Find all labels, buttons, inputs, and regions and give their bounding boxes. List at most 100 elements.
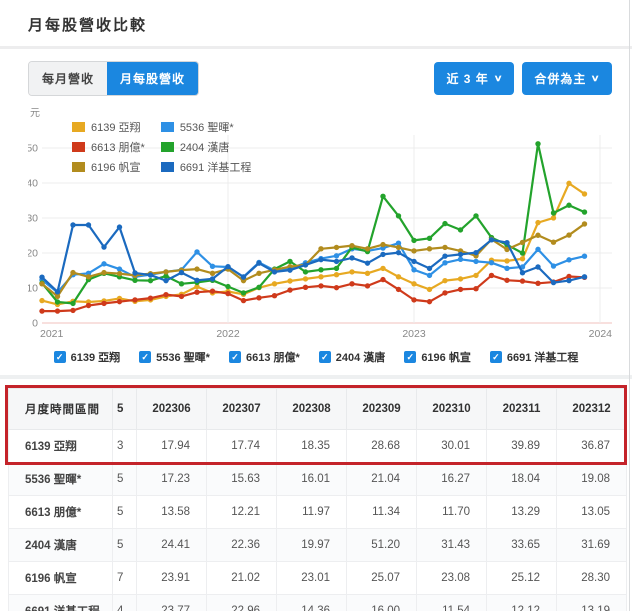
data-point: [256, 260, 262, 266]
data-point: [426, 298, 433, 305]
data-point: [395, 286, 402, 293]
data-point: [287, 278, 293, 284]
data-point: [178, 281, 185, 287]
row-month-value: 36.87: [556, 429, 627, 463]
tab-monthly-revenue[interactable]: 每月營收: [29, 62, 108, 95]
checkbox-checked-icon[interactable]: ✓: [139, 351, 152, 363]
checkbox-checked-icon[interactable]: ✓: [489, 351, 502, 363]
data-point: [349, 242, 355, 249]
data-point: [163, 269, 169, 275]
column-header-month: 202310: [416, 388, 487, 430]
data-point: [380, 276, 386, 283]
data-point: [535, 219, 541, 226]
table-row: 5536 聖暉* 5 17.23 15.63 16.01 21.04 16.27 18.04 1…: [8, 462, 627, 496]
legend-swatch-icon: [72, 142, 85, 152]
y-axis-tick-label: 0: [32, 318, 38, 330]
row-month-value: 13.19: [556, 594, 627, 611]
row-month-value: 12.21: [206, 495, 277, 529]
section-divider: [0, 375, 632, 379]
data-point: [442, 253, 448, 259]
column-header-month: 202307: [206, 388, 277, 430]
page-right-border: [629, 0, 630, 611]
period-dropdown-button[interactable]: 近 3 年 ∨: [434, 62, 515, 95]
period-dropdown-label: 近 3 年: [446, 72, 489, 86]
checkbox-checked-icon[interactable]: ✓: [228, 351, 241, 363]
data-point: [225, 263, 231, 270]
data-point: [566, 180, 572, 187]
row-month-value: 16.00: [346, 594, 417, 611]
column-header-time-range: 月度時間區間: [8, 388, 113, 430]
row-month-value: 31.69: [556, 528, 627, 562]
data-point: [147, 277, 154, 284]
row-month-value: 13.29: [486, 495, 557, 529]
data-point: [380, 193, 386, 199]
data-point: [70, 222, 76, 228]
data-point: [333, 272, 340, 278]
data-point: [581, 191, 588, 197]
data-point: [225, 283, 231, 290]
series-checkbox-item[interactable]: ✓ 6196 帆宣: [404, 349, 471, 365]
row-month-value: 51.20: [346, 528, 417, 562]
view-tabs: 每月營收 月每股營收: [28, 61, 200, 96]
data-point: [101, 244, 107, 250]
checkbox-checked-icon[interactable]: ✓: [404, 351, 417, 363]
data-point: [566, 232, 572, 238]
data-point: [504, 239, 510, 246]
data-point: [364, 246, 371, 252]
chart-legend: 6139 亞翔 5536 聖暉* 6613 朋億* 2404 漢唐 6196 帆宣 669…: [72, 119, 251, 175]
series-checkbox-item[interactable]: ✓ 5536 聖暉*: [139, 349, 210, 365]
data-point: [581, 209, 588, 215]
x-axis-tick-label: 2022: [216, 328, 240, 340]
y-axis-tick-label: 40: [28, 178, 38, 190]
data-point: [519, 256, 526, 262]
checkbox-checked-icon[interactable]: ✓: [53, 351, 66, 363]
data-point: [442, 244, 448, 251]
legend-item: 5536 聖暉*: [160, 119, 252, 135]
checkbox-checked-icon[interactable]: ✓: [318, 351, 331, 363]
series-checkbox-item[interactable]: ✓ 6691 洋基工程: [489, 349, 578, 365]
data-point: [209, 276, 216, 282]
series-checkbox-item[interactable]: ✓ 6139 亞翔: [53, 349, 120, 365]
statement-type-dropdown-button[interactable]: 合併為主 ∨: [522, 62, 612, 95]
y-axis-tick-label: 30: [28, 213, 38, 225]
row-truncated-value: 7: [112, 561, 137, 595]
data-point: [457, 276, 464, 282]
data-point: [488, 272, 495, 279]
y-axis-tick-label: 50: [28, 143, 38, 155]
data-point: [442, 290, 448, 296]
row-company-name: 6139 亞翔: [8, 429, 113, 463]
data-point: [302, 276, 309, 282]
table-row: 6196 帆宣 7 23.91 21.02 23.01 25.07 23.08 25.12 28…: [8, 561, 627, 595]
data-point: [178, 269, 185, 276]
data-point: [209, 270, 216, 276]
chart-wrap: 0 10 20 30 40 50 2021 2022 2023 2024 6139 亞翔 5536 …: [26, 115, 614, 345]
data-point: [287, 267, 293, 273]
column-header-month: 202311: [486, 388, 557, 430]
series-checkbox-item[interactable]: ✓ 2404 漢唐: [318, 349, 385, 365]
data-point: [581, 221, 588, 227]
tab-monthly-eps-revenue[interactable]: 月每股營收: [107, 62, 199, 95]
data-point: [240, 274, 247, 280]
row-month-value: 17.94: [136, 429, 207, 463]
series-checkbox-item[interactable]: ✓ 6613 朋億*: [228, 349, 300, 365]
data-point: [132, 277, 138, 283]
data-point: [380, 241, 386, 248]
row-month-value: 25.07: [346, 561, 417, 595]
data-point: [333, 284, 340, 291]
data-point: [395, 249, 402, 256]
legend-swatch-icon: [160, 142, 174, 152]
data-point: [256, 270, 262, 276]
row-month-value: 30.01: [416, 429, 487, 463]
row-month-value: 16.27: [416, 462, 487, 496]
data-point: [194, 289, 200, 295]
row-truncated-value: 5: [112, 528, 137, 562]
revenue-table: 月度時間區間 5 202306 202307 202308 202309 202310 2…: [8, 388, 627, 611]
row-month-value: 11.70: [416, 495, 487, 529]
data-point: [550, 279, 557, 286]
toolbar-right: 近 3 年 ∨ 合併為主 ∨: [434, 62, 612, 95]
data-point: [535, 280, 541, 287]
data-point: [442, 277, 448, 284]
column-header-month: 202309: [346, 388, 417, 430]
data-point: [519, 278, 526, 284]
row-month-value: 23.01: [276, 561, 347, 595]
